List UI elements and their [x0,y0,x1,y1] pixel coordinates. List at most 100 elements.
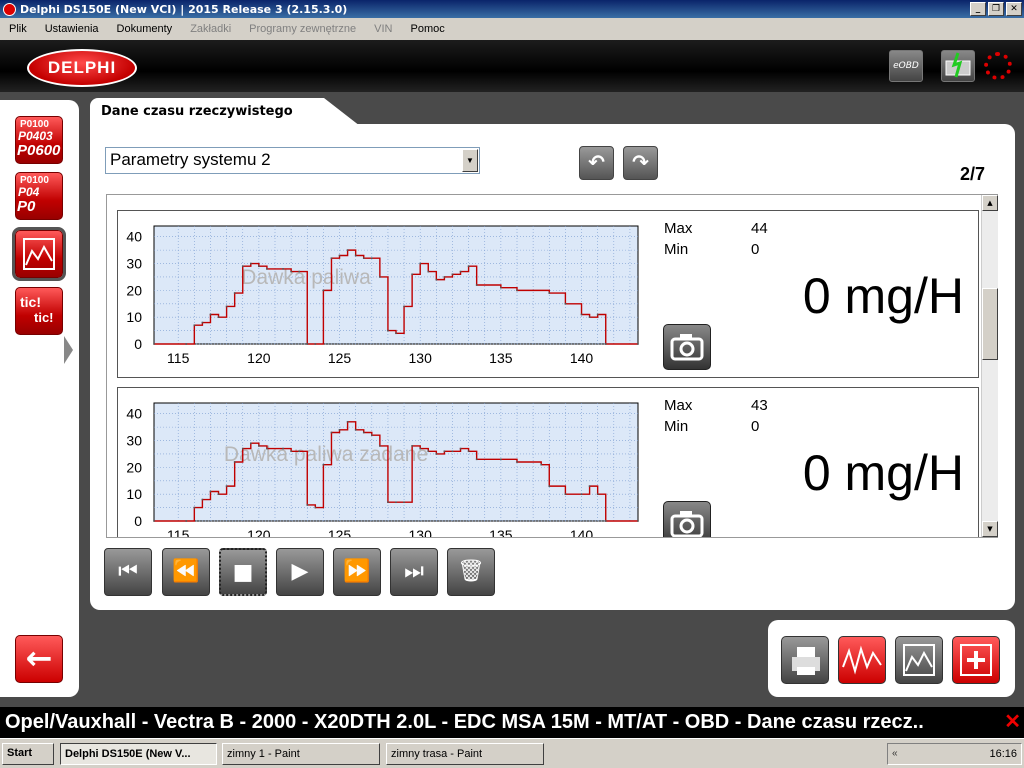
snapshot-button[interactable] [663,501,711,537]
clear-fault-codes-button[interactable]: P0100 P04 P0 [15,172,63,220]
max-label: Max [664,220,693,237]
menu-bar: Plik Ustawienia Dokumenty Zakładki Progr… [0,18,1024,40]
menu-ustawienia[interactable]: Ustawienia [36,23,108,35]
menu-vin: VIN [374,23,393,35]
actuator-test-button[interactable]: tic! tic! [15,287,63,335]
graph-panel: 0 10 20 30 40 115 120 125 130 135 140 Dawka paliwa … [117,387,979,538]
x-tick-label: 125 [328,527,352,538]
y-tick-label: 30 [126,256,142,272]
tray-expand-icon[interactable]: « [892,748,898,759]
data-point [548,292,551,294]
data-point [475,458,478,461]
data-point [338,254,341,257]
clock: 16:16 [989,748,1017,760]
x-tick-label: 130 [409,527,433,538]
taskbar-item-delphi[interactable]: Delphi DS150E (New V... [60,743,217,765]
data-point [266,447,268,450]
line-chart: 0 10 20 30 40 115 120 125 130 135 140 Dawka paliwa … [126,402,639,538]
close-button[interactable]: ✕ [1006,2,1022,16]
rewind-button[interactable]: ⏪ [162,548,210,596]
plot-area [153,225,639,345]
data-point [241,265,244,268]
units-button[interactable] [838,636,886,684]
scroll-down-button[interactable]: ▼ [982,521,998,537]
page-counter: 2/7 [960,164,986,184]
tic-label: tic! [34,310,54,325]
graphs-scroll-area[interactable]: 0 10 20 30 40 115 120 125 130 135 140 Dawka paliwa … [106,194,998,538]
data-point [233,461,236,463]
data-point [395,332,397,335]
data-point [322,289,325,292]
scroll-up-button[interactable]: ▲ [982,195,998,211]
read-fault-codes-button[interactable]: P0100 P0403 P0600 [15,116,63,164]
data-point [306,504,309,506]
data-point [411,445,413,447]
series-overlay-label: Dawka paliwa zadane [224,443,428,466]
battery-icon[interactable] [941,50,975,82]
next-page-button[interactable]: ↷ [623,146,658,180]
code-line: P0600 [17,142,61,159]
data-point [290,270,292,273]
menu-plik[interactable]: Plik [0,23,36,35]
data-point [475,284,478,286]
graph-view-button[interactable] [895,636,943,684]
y-tick-label: 10 [126,486,142,502]
window-title: Delphi DS150E (New VCI) | 2015 Release 3… [20,2,348,16]
vertical-scrollbar[interactable]: ▲ ▼ [981,195,998,537]
title-bar: Delphi DS150E (New VCI) | 2015 Release 3… [0,0,1024,18]
data-point [209,313,212,316]
eobd-button[interactable]: eOBD [889,50,923,82]
fast-forward-button[interactable]: ⏩ [333,548,381,596]
data-point [314,343,317,345]
data-point [371,434,373,436]
taskbar-item-paint-1[interactable]: zimny 1 - Paint [222,743,380,765]
status-close-icon[interactable]: ✕ [1004,707,1021,738]
data-point [258,445,260,447]
delete-recording-button[interactable]: 🗑 [447,548,495,596]
live-data-button[interactable] [12,227,66,281]
snapshot-button[interactable] [663,324,711,370]
restore-button[interactable]: ❐ [988,2,1004,16]
data-point [596,313,599,316]
graph-icon [903,644,935,676]
x-tick-label: 130 [409,350,433,366]
data-point [354,254,357,257]
x-tick-label: 140 [570,350,594,366]
minimize-button[interactable]: _ [970,2,986,16]
taskbar-item-paint-2[interactable]: zimny trasa - Paint [386,743,544,765]
print-button[interactable] [781,636,829,684]
last-button[interactable]: ⏭ [390,548,438,596]
add-parameter-button[interactable] [952,636,1000,684]
fast-forward-icon: ⏩ [343,559,371,584]
y-tick-label: 0 [134,336,142,352]
first-button[interactable]: ⏮ [104,548,152,596]
menu-dokumenty[interactable]: Dokumenty [108,23,182,35]
previous-page-button[interactable]: ↶ [579,146,614,180]
x-tick-label: 120 [247,527,271,538]
data-point [209,490,212,493]
x-tick-label: 120 [247,350,271,366]
stop-button[interactable]: ■ [219,548,267,596]
x-tick-label: 115 [167,527,190,538]
data-point [427,450,430,453]
data-point [395,501,397,504]
parameter-set-select[interactable]: Parametry systemu 2 ▼ [105,147,480,174]
play-button[interactable]: ▶ [276,548,324,596]
data-point [282,447,284,450]
start-button[interactable]: Start [2,743,54,765]
menu-zakladki: Zakładki [190,23,232,35]
data-point [298,450,300,453]
graph-panel: 0 10 20 30 40 115 120 125 130 135 140 Dawka paliwa … [117,210,979,378]
y-tick-label: 20 [126,282,142,298]
data-point [225,485,228,487]
menu-pomoc[interactable]: Pomoc [402,23,454,35]
back-button[interactable]: ← [15,635,63,683]
min-value: 0 [751,241,760,258]
data-point [314,506,317,509]
chevron-down-icon[interactable]: ▼ [462,149,478,172]
data-point [153,520,155,522]
back-arrow-icon: ↶ [588,150,605,174]
data-point [354,429,357,431]
first-icon: ⏮ [118,559,138,584]
scrollbar-thumb[interactable] [982,288,998,360]
